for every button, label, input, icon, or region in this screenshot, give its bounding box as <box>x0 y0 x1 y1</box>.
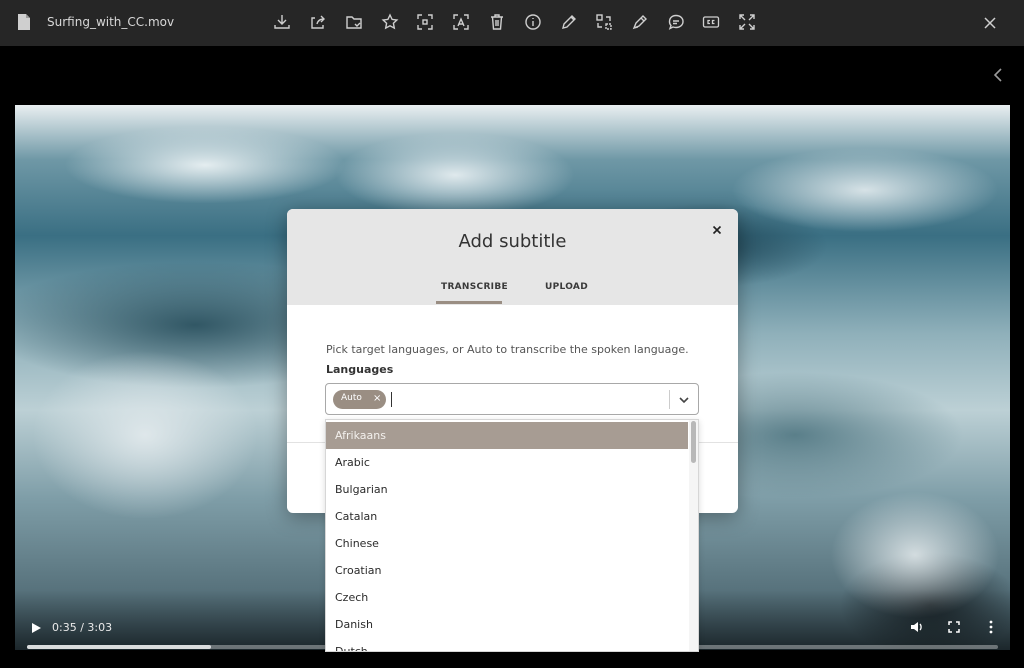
instruction-text: Pick target languages, or Auto to transc… <box>326 343 689 356</box>
chip-label: Auto <box>341 393 362 403</box>
tab-transcribe[interactable]: TRANSCRIBE <box>441 282 508 292</box>
focus-icon[interactable] <box>416 13 434 31</box>
language-option[interactable]: Dutch <box>326 638 688 651</box>
closed-captions-icon[interactable] <box>702 13 720 31</box>
text-caret <box>391 392 392 407</box>
select-separator <box>669 390 670 409</box>
edit-icon[interactable] <box>560 13 578 31</box>
language-option[interactable]: Czech <box>326 584 688 611</box>
language-chip-auto: Auto × <box>333 390 386 409</box>
play-icon[interactable] <box>29 621 43 635</box>
comment-icon[interactable] <box>667 13 685 31</box>
language-option[interactable]: Bulgarian <box>326 476 688 503</box>
viewer-toolbar: Surfing_with_CC.mov <box>0 0 1024 46</box>
languages-select[interactable]: Auto × <box>325 383 699 415</box>
remove-chip-icon[interactable]: × <box>373 393 381 405</box>
language-option[interactable]: Chinese <box>326 530 688 557</box>
languages-dropdown: Afrikaans Arabic Bulgarian Catalan Chine… <box>325 419 699 652</box>
close-dialog-icon[interactable] <box>710 223 724 237</box>
fullscreen-icon[interactable] <box>738 13 756 31</box>
share-icon[interactable] <box>309 13 327 31</box>
scrollbar-thumb[interactable] <box>691 421 696 463</box>
active-tab-indicator <box>436 301 502 304</box>
dialog-header: Add subtitle TRANSCRIBE UPLOAD <box>287 209 738 305</box>
download-icon[interactable] <box>273 13 291 31</box>
chevron-down-icon[interactable] <box>676 392 692 408</box>
file-icon <box>18 14 30 30</box>
video-progress-fill <box>27 645 212 649</box>
ocr-icon[interactable] <box>452 13 470 31</box>
language-option[interactable]: Catalan <box>326 503 688 530</box>
playback-time: 0:35 / 3:03 <box>52 621 113 634</box>
close-viewer-icon[interactable] <box>981 14 999 32</box>
volume-icon[interactable] <box>909 619 925 635</box>
languages-label: Languages <box>326 363 394 376</box>
transform-icon[interactable] <box>595 13 613 31</box>
language-option[interactable]: Afrikaans <box>326 422 688 449</box>
move-to-folder-icon[interactable] <box>345 13 363 31</box>
file-name: Surfing_with_CC.mov <box>47 15 175 29</box>
annotate-icon[interactable] <box>631 13 649 31</box>
star-icon[interactable] <box>381 13 399 31</box>
dialog-title: Add subtitle <box>458 231 567 252</box>
tab-upload[interactable]: UPLOAD <box>545 282 588 292</box>
info-icon[interactable] <box>524 13 542 31</box>
trash-icon[interactable] <box>488 13 506 31</box>
collapse-panel-chevron-icon[interactable] <box>990 66 1006 84</box>
dropdown-scrollbar[interactable] <box>689 420 698 651</box>
fullscreen-video-icon[interactable] <box>946 619 962 635</box>
language-option[interactable]: Croatian <box>326 557 688 584</box>
more-options-icon[interactable] <box>983 619 999 635</box>
language-option[interactable]: Danish <box>326 611 688 638</box>
language-option[interactable]: Arabic <box>326 449 688 476</box>
